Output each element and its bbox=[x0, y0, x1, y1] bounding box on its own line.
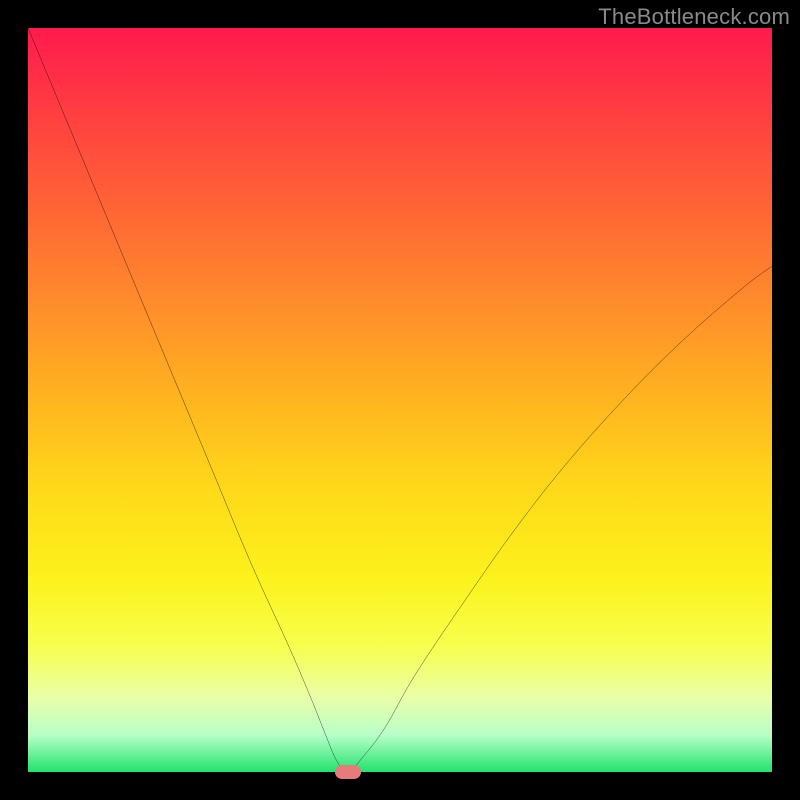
chart-frame: TheBottleneck.com bbox=[0, 0, 800, 800]
bottleneck-curve bbox=[28, 28, 772, 772]
curve-path bbox=[28, 28, 772, 772]
plot-area bbox=[28, 28, 772, 772]
minimum-marker bbox=[335, 765, 361, 779]
watermark-text: TheBottleneck.com bbox=[598, 4, 790, 30]
